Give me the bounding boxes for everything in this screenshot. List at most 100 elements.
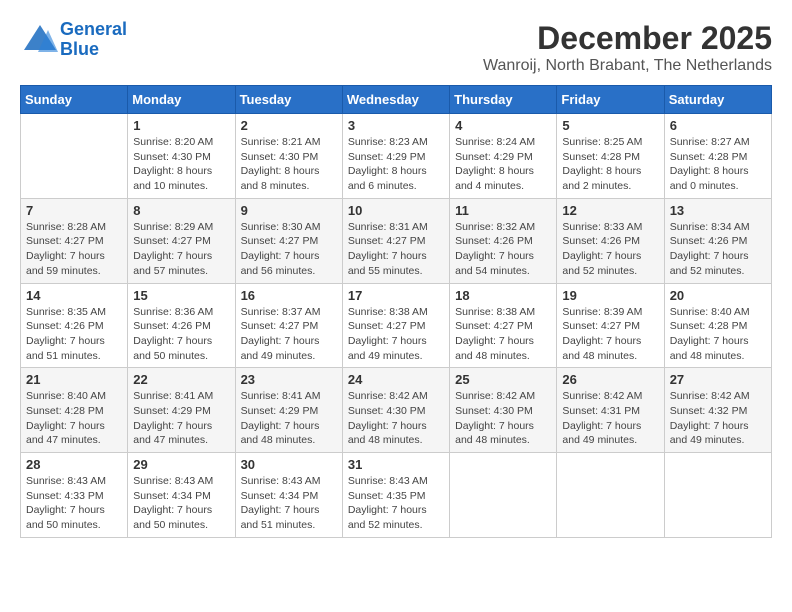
day-info: Sunrise: 8:35 AM Sunset: 4:26 PM Dayligh…: [26, 305, 122, 364]
day-info: Sunrise: 8:27 AM Sunset: 4:28 PM Dayligh…: [670, 135, 766, 194]
header-tuesday: Tuesday: [235, 86, 342, 114]
table-row: [664, 453, 771, 538]
month-title: December 2025: [483, 20, 772, 57]
day-number: 5: [562, 118, 658, 133]
table-row: 26 Sunrise: 8:42 AM Sunset: 4:31 PM Dayli…: [557, 368, 664, 453]
table-row: 4Sunrise: 8:24 AM Sunset: 4:29 PM Daylig…: [450, 114, 557, 199]
title-block: December 2025 Wanroij, North Brabant, Th…: [483, 20, 772, 75]
calendar-body: 1 Sunrise: 8:20 AM Sunset: 4:30 PM Daylig…: [21, 114, 772, 538]
day-number: 26: [562, 372, 658, 387]
table-row: 17 Sunrise: 8:38 AM Sunset: 4:27 PM Dayli…: [342, 283, 449, 368]
day-number: 30: [241, 457, 337, 472]
day-info: Sunrise: 8:42 AM Sunset: 4:32 PM Dayligh…: [670, 389, 766, 448]
day-number: 13: [670, 203, 766, 218]
logo-icon: [20, 20, 60, 60]
week-row-2: 7 Sunrise: 8:28 AM Sunset: 4:27 PM Daylig…: [21, 198, 772, 283]
day-number: 21: [26, 372, 122, 387]
day-info: Sunrise: 8:42 AM Sunset: 4:30 PM Dayligh…: [455, 389, 551, 448]
day-number: 9: [241, 203, 337, 218]
day-number: 28: [26, 457, 122, 472]
day-info: Sunrise: 8:28 AM Sunset: 4:27 PM Dayligh…: [26, 220, 122, 279]
day-number: 12: [562, 203, 658, 218]
day-number: 29: [133, 457, 229, 472]
table-row: 19Sunrise: 8:39 AM Sunset: 4:27 PM Dayli…: [557, 283, 664, 368]
week-row-5: 28 Sunrise: 8:43 AM Sunset: 4:33 PM Dayli…: [21, 453, 772, 538]
table-row: [21, 114, 128, 199]
header-saturday: Saturday: [664, 86, 771, 114]
day-number: 24: [348, 372, 444, 387]
day-info: Sunrise: 8:21 AM Sunset: 4:30 PM Dayligh…: [241, 135, 337, 194]
day-number: 7: [26, 203, 122, 218]
day-info: Sunrise: 8:31 AM Sunset: 4:27 PM Dayligh…: [348, 220, 444, 279]
day-info: Sunrise: 8:38 AM Sunset: 4:27 PM Dayligh…: [455, 305, 551, 364]
table-row: 18 Sunrise: 8:38 AM Sunset: 4:27 PM Dayli…: [450, 283, 557, 368]
day-info: Sunrise: 8:29 AM Sunset: 4:27 PM Dayligh…: [133, 220, 229, 279]
day-info: Sunrise: 8:34 AM Sunset: 4:26 PM Dayligh…: [670, 220, 766, 279]
day-number: 2: [241, 118, 337, 133]
day-info: Sunrise: 8:36 AM Sunset: 4:26 PM Dayligh…: [133, 305, 229, 364]
table-row: 13 Sunrise: 8:34 AM Sunset: 4:26 PM Dayli…: [664, 198, 771, 283]
logo-line1: General: [60, 19, 127, 39]
table-row: 5 Sunrise: 8:25 AM Sunset: 4:28 PM Daylig…: [557, 114, 664, 199]
header-wednesday: Wednesday: [342, 86, 449, 114]
table-row: 21Sunrise: 8:40 AM Sunset: 4:28 PM Dayli…: [21, 368, 128, 453]
day-number: 6: [670, 118, 766, 133]
day-info: Sunrise: 8:30 AM Sunset: 4:27 PM Dayligh…: [241, 220, 337, 279]
table-row: 20Sunrise: 8:40 AM Sunset: 4:28 PM Dayli…: [664, 283, 771, 368]
day-number: 31: [348, 457, 444, 472]
table-row: [557, 453, 664, 538]
table-row: 10 Sunrise: 8:31 AM Sunset: 4:27 PM Dayli…: [342, 198, 449, 283]
calendar-header: Sunday Monday Tuesday Wednesday Thursday…: [21, 86, 772, 114]
table-row: 22Sunrise: 8:41 AM Sunset: 4:29 PM Dayli…: [128, 368, 235, 453]
day-number: 27: [670, 372, 766, 387]
table-row: 8Sunrise: 8:29 AM Sunset: 4:27 PM Daylig…: [128, 198, 235, 283]
day-info: Sunrise: 8:25 AM Sunset: 4:28 PM Dayligh…: [562, 135, 658, 194]
table-row: 30Sunrise: 8:43 AM Sunset: 4:34 PM Dayli…: [235, 453, 342, 538]
week-row-1: 1 Sunrise: 8:20 AM Sunset: 4:30 PM Daylig…: [21, 114, 772, 199]
header-row: Sunday Monday Tuesday Wednesday Thursday…: [21, 86, 772, 114]
table-row: 9 Sunrise: 8:30 AM Sunset: 4:27 PM Daylig…: [235, 198, 342, 283]
table-row: 6 Sunrise: 8:27 AM Sunset: 4:28 PM Daylig…: [664, 114, 771, 199]
week-row-4: 21Sunrise: 8:40 AM Sunset: 4:28 PM Dayli…: [21, 368, 772, 453]
table-row: 25 Sunrise: 8:42 AM Sunset: 4:30 PM Dayli…: [450, 368, 557, 453]
day-number: 15: [133, 288, 229, 303]
header-sunday: Sunday: [21, 86, 128, 114]
day-number: 18: [455, 288, 551, 303]
location-title: Wanroij, North Brabant, The Netherlands: [483, 57, 772, 75]
day-info: Sunrise: 8:38 AM Sunset: 4:27 PM Dayligh…: [348, 305, 444, 364]
table-row: 11Sunrise: 8:32 AM Sunset: 4:26 PM Dayli…: [450, 198, 557, 283]
calendar-table: Sunday Monday Tuesday Wednesday Thursday…: [20, 85, 772, 538]
table-row: [450, 453, 557, 538]
table-row: 14 Sunrise: 8:35 AM Sunset: 4:26 PM Dayli…: [21, 283, 128, 368]
day-info: Sunrise: 8:23 AM Sunset: 4:29 PM Dayligh…: [348, 135, 444, 194]
day-info: Sunrise: 8:43 AM Sunset: 4:34 PM Dayligh…: [133, 474, 229, 533]
day-info: Sunrise: 8:40 AM Sunset: 4:28 PM Dayligh…: [670, 305, 766, 364]
logo-text: General Blue: [60, 20, 127, 60]
day-number: 22: [133, 372, 229, 387]
day-info: Sunrise: 8:33 AM Sunset: 4:26 PM Dayligh…: [562, 220, 658, 279]
day-number: 3: [348, 118, 444, 133]
day-number: 1: [133, 118, 229, 133]
day-info: Sunrise: 8:20 AM Sunset: 4:30 PM Dayligh…: [133, 135, 229, 194]
table-row: 31Sunrise: 8:43 AM Sunset: 4:35 PM Dayli…: [342, 453, 449, 538]
day-info: Sunrise: 8:42 AM Sunset: 4:31 PM Dayligh…: [562, 389, 658, 448]
day-number: 14: [26, 288, 122, 303]
day-info: Sunrise: 8:24 AM Sunset: 4:29 PM Dayligh…: [455, 135, 551, 194]
day-info: Sunrise: 8:43 AM Sunset: 4:33 PM Dayligh…: [26, 474, 122, 533]
table-row: 29 Sunrise: 8:43 AM Sunset: 4:34 PM Dayli…: [128, 453, 235, 538]
day-number: 16: [241, 288, 337, 303]
logo-line2: Blue: [60, 39, 99, 59]
table-row: 16 Sunrise: 8:37 AM Sunset: 4:27 PM Dayli…: [235, 283, 342, 368]
table-row: 12 Sunrise: 8:33 AM Sunset: 4:26 PM Dayli…: [557, 198, 664, 283]
day-number: 17: [348, 288, 444, 303]
day-info: Sunrise: 8:42 AM Sunset: 4:30 PM Dayligh…: [348, 389, 444, 448]
table-row: 28 Sunrise: 8:43 AM Sunset: 4:33 PM Dayli…: [21, 453, 128, 538]
day-info: Sunrise: 8:32 AM Sunset: 4:26 PM Dayligh…: [455, 220, 551, 279]
day-number: 25: [455, 372, 551, 387]
table-row: 3 Sunrise: 8:23 AM Sunset: 4:29 PM Daylig…: [342, 114, 449, 199]
day-number: 10: [348, 203, 444, 218]
week-row-3: 14 Sunrise: 8:35 AM Sunset: 4:26 PM Dayli…: [21, 283, 772, 368]
day-info: Sunrise: 8:37 AM Sunset: 4:27 PM Dayligh…: [241, 305, 337, 364]
table-row: 23Sunrise: 8:41 AM Sunset: 4:29 PM Dayli…: [235, 368, 342, 453]
day-info: Sunrise: 8:39 AM Sunset: 4:27 PM Dayligh…: [562, 305, 658, 364]
